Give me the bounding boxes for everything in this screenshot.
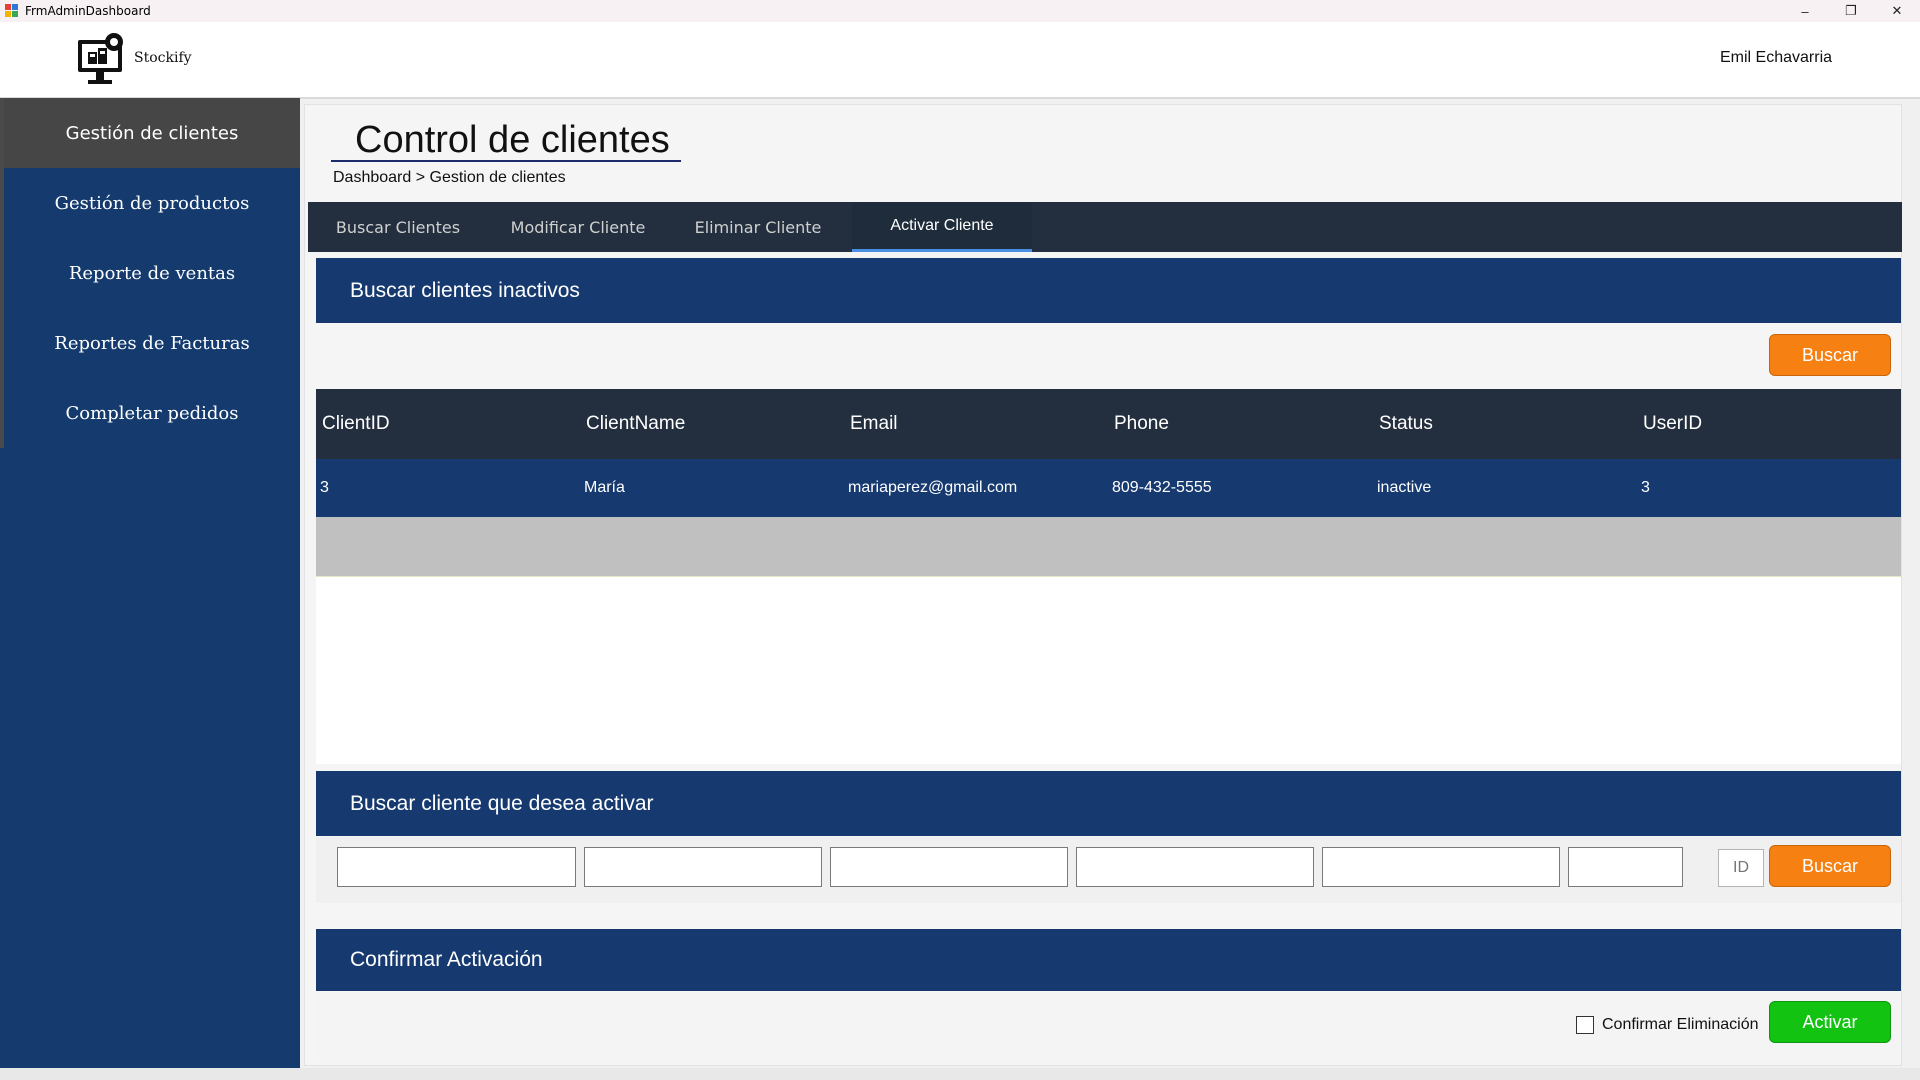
window-bottom-border xyxy=(0,1068,1920,1080)
tab-buscar-clientes[interactable]: Buscar Clientes xyxy=(308,202,488,252)
section-header-inactive-clients: Buscar clientes inactivos xyxy=(316,258,1901,323)
column-header-clientid[interactable]: ClientID xyxy=(322,389,390,459)
grid-new-row[interactable] xyxy=(316,517,1901,577)
column-header-userid[interactable]: UserID xyxy=(1643,389,1702,459)
app-icon xyxy=(5,4,19,18)
column-header-email[interactable]: Email xyxy=(850,389,898,459)
cell-email: mariaperez@gmail.com xyxy=(848,479,1018,496)
cell-clientname: María xyxy=(584,479,625,496)
main-panel: Control de clientes Dashboard > Gestion … xyxy=(304,104,1902,1066)
page-title: Control de clientes xyxy=(355,119,670,161)
id-input[interactable] xyxy=(1718,849,1764,887)
clients-grid[interactable]: ClientID ClientName Email Phone Status U… xyxy=(316,389,1901,764)
window-titlebar: FrmAdminDashboard – ❐ ✕ xyxy=(0,0,1920,22)
column-header-clientname[interactable]: ClientName xyxy=(586,389,685,459)
field-clientid[interactable] xyxy=(337,847,576,887)
stockify-logo-icon xyxy=(78,33,123,84)
field-phone[interactable] xyxy=(1076,847,1314,887)
app-header: Stockify Emil Echavarria xyxy=(0,22,1920,97)
brand-name: Stockify xyxy=(134,50,192,66)
cell-userid: 3 xyxy=(1641,479,1650,496)
window-title: FrmAdminDashboard xyxy=(25,4,151,18)
sidebar-item-reporte-ventas[interactable]: Reporte de ventas xyxy=(4,238,300,308)
cell-clientid: 3 xyxy=(320,479,329,496)
section-header-activate-search: Buscar cliente que desea activar xyxy=(316,771,1901,836)
field-email[interactable] xyxy=(830,847,1068,887)
sidebar-item-reportes-facturas[interactable]: Reportes de Facturas xyxy=(4,308,300,378)
breadcrumb: Dashboard > Gestion de clientes xyxy=(333,169,566,186)
restore-button[interactable]: ❐ xyxy=(1828,0,1874,22)
sidebar-item-gestion-clientes[interactable]: Gestión de clientes xyxy=(4,98,300,168)
column-header-status[interactable]: Status xyxy=(1379,389,1433,459)
section-header-confirm: Confirmar Activación xyxy=(316,929,1901,991)
close-button[interactable]: ✕ xyxy=(1874,0,1920,22)
grid-header: ClientID ClientName Email Phone Status U… xyxy=(316,389,1901,459)
field-userid[interactable] xyxy=(1568,847,1683,887)
tab-bar: Buscar Clientes Modificar Cliente Elimin… xyxy=(308,202,1902,252)
sidebar-item-completar-pedidos[interactable]: Completar pedidos xyxy=(4,378,300,448)
sidebar-item-gestion-productos[interactable]: Gestión de productos xyxy=(4,168,300,238)
cell-status: inactive xyxy=(1377,479,1432,496)
title-underline xyxy=(331,160,681,162)
field-status[interactable] xyxy=(1322,847,1560,887)
sidebar: Gestión de clientes Gestión de productos… xyxy=(0,98,300,1068)
search-inactive-button[interactable]: Buscar xyxy=(1769,334,1891,376)
tab-modificar-cliente[interactable]: Modificar Cliente xyxy=(488,202,668,252)
field-clientname[interactable] xyxy=(584,847,822,887)
tab-activar-cliente[interactable]: Activar Cliente xyxy=(852,202,1032,252)
column-header-phone[interactable]: Phone xyxy=(1114,389,1169,459)
user-name[interactable]: Emil Echavarria xyxy=(1720,49,1832,67)
cell-phone: 809-432-5555 xyxy=(1112,479,1212,496)
activate-search-row xyxy=(316,837,1901,903)
search-activate-button[interactable]: Buscar xyxy=(1769,845,1891,887)
tab-eliminar-cliente[interactable]: Eliminar Cliente xyxy=(668,202,848,252)
confirm-checkbox-label[interactable]: Confirmar Eliminación xyxy=(1602,1016,1759,1034)
activate-button[interactable]: Activar xyxy=(1769,1001,1891,1043)
confirm-checkbox[interactable] xyxy=(1576,1016,1594,1034)
minimize-button[interactable]: – xyxy=(1782,0,1828,22)
confirm-row: Confirmar Eliminación xyxy=(316,992,1901,1058)
table-row[interactable]: 3 María mariaperez@gmail.com 809-432-555… xyxy=(316,459,1901,517)
